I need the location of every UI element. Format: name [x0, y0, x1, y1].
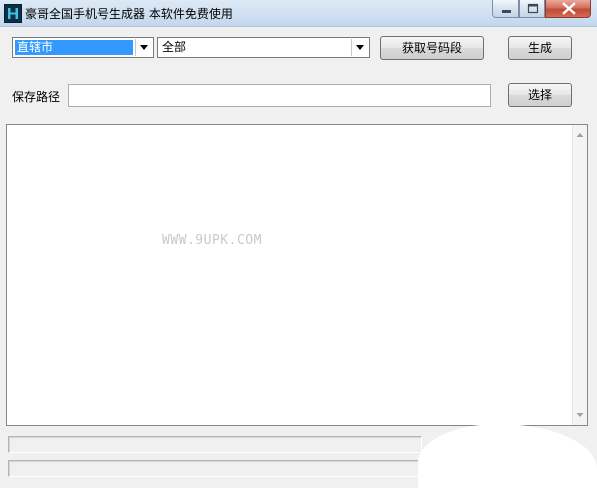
district-select[interactable]: 全部: [157, 37, 370, 58]
output-textarea[interactable]: WWW.9UPK.COM: [6, 124, 588, 426]
choose-path-button[interactable]: 选择: [508, 83, 572, 107]
watermark-text: WWW.9UPK.COM: [162, 233, 262, 248]
city-select-dropdown-button[interactable]: [135, 39, 152, 56]
close-icon: [562, 2, 576, 15]
title-bar[interactable]: 豪哥全国手机号生成器 本软件免费使用: [0, 0, 597, 27]
maximize-button[interactable]: [519, 0, 545, 18]
minimize-icon: [502, 10, 511, 13]
status-bar-2: [8, 460, 422, 477]
generate-button[interactable]: 生成: [508, 36, 572, 60]
chevron-down-icon: [356, 45, 364, 50]
district-select-dropdown-button[interactable]: [351, 39, 368, 56]
app-window: 豪哥全国手机号生成器 本软件免费使用 直辖市 全部 获取号码段 生成 保存路径 …: [0, 0, 597, 488]
save-path-label: 保存路径: [12, 90, 61, 104]
minimize-button[interactable]: [492, 0, 519, 18]
app-logo-icon: [4, 4, 22, 23]
obscured-area: [418, 424, 597, 488]
save-path-input[interactable]: [68, 84, 491, 107]
maximize-icon: [527, 3, 539, 14]
vertical-scrollbar[interactable]: [572, 125, 587, 425]
status-bar-1: [8, 436, 422, 453]
chevron-down-icon: [140, 45, 148, 50]
scroll-down-arrow-icon[interactable]: [573, 409, 587, 421]
fetch-number-segments-button[interactable]: 获取号码段: [380, 36, 484, 60]
city-select-value: 直辖市: [15, 40, 133, 55]
close-button[interactable]: [545, 0, 591, 18]
scroll-up-arrow-icon[interactable]: [573, 129, 587, 141]
city-select[interactable]: 直辖市: [12, 37, 154, 58]
district-select-value: 全部: [162, 40, 187, 54]
window-title: 豪哥全国手机号生成器 本软件免费使用: [25, 7, 233, 21]
